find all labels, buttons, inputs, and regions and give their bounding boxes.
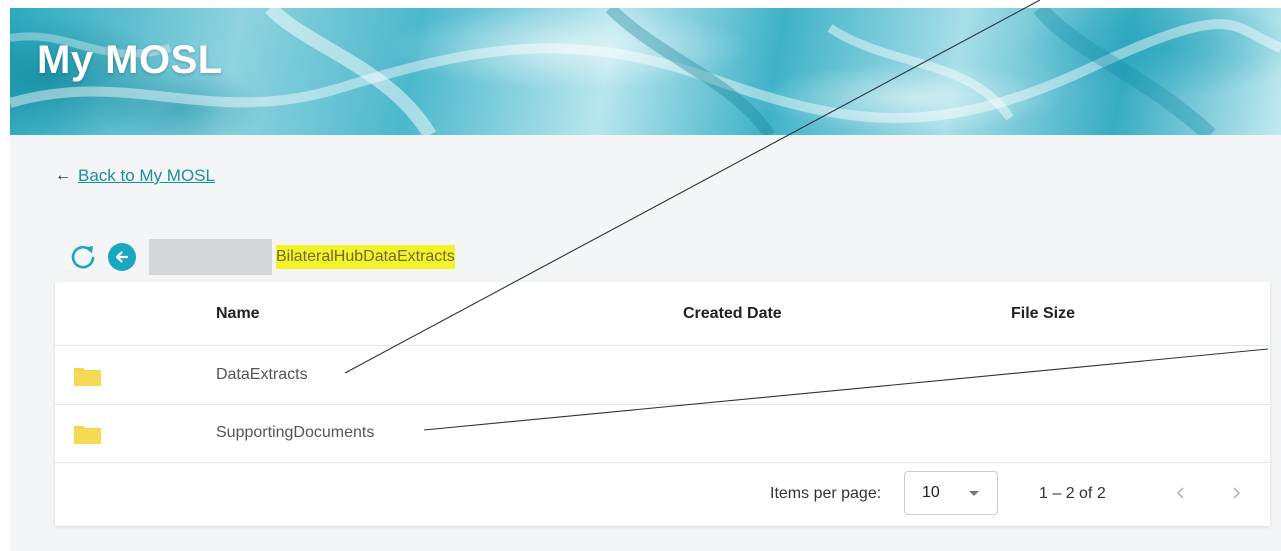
previous-page-button[interactable] xyxy=(1170,482,1192,504)
paginator: Items per page: 10 1 – 2 of 2 xyxy=(55,463,1270,526)
redacted-path-segment xyxy=(149,239,272,275)
file-toolbar: BilateralHubDataExtracts xyxy=(68,239,455,275)
folder-icon xyxy=(74,426,101,444)
next-page-button[interactable] xyxy=(1225,482,1247,504)
caret-down-icon xyxy=(969,491,979,496)
folder-name[interactable]: SupportingDocuments xyxy=(216,424,374,442)
table-row[interactable]: DataExtracts xyxy=(55,346,1270,405)
folder-icon xyxy=(74,368,101,386)
items-per-page-select[interactable]: 10 xyxy=(904,471,998,515)
arrow-left-icon: ← xyxy=(55,167,71,184)
column-header-name[interactable]: Name xyxy=(216,305,260,323)
back-nav: ← Back to My MOSL xyxy=(55,166,215,186)
breadcrumb-current-folder: BilateralHubDataExtracts xyxy=(276,245,455,269)
page-range-label: 1 – 2 of 2 xyxy=(1039,485,1106,502)
table-row[interactable]: SupportingDocuments xyxy=(55,404,1270,463)
header-banner: My MOSL xyxy=(10,8,1281,135)
items-per-page-value: 10 xyxy=(922,484,940,501)
table-header: Name Created Date File Size xyxy=(55,282,1270,346)
folder-name[interactable]: DataExtracts xyxy=(216,366,308,384)
navigate-up-button[interactable] xyxy=(108,243,136,271)
items-per-page-label: Items per page: xyxy=(770,485,882,502)
column-header-created-date[interactable]: Created Date xyxy=(683,305,782,323)
file-table-card: Name Created Date File Size DataExtracts… xyxy=(55,282,1270,526)
back-to-my-mosl-link[interactable]: Back to My MOSL xyxy=(78,166,215,186)
column-header-file-size[interactable]: File Size xyxy=(1011,305,1075,323)
refresh-icon[interactable] xyxy=(68,242,98,272)
arrow-left-icon xyxy=(115,251,129,263)
page-title: My MOSL xyxy=(37,38,223,82)
